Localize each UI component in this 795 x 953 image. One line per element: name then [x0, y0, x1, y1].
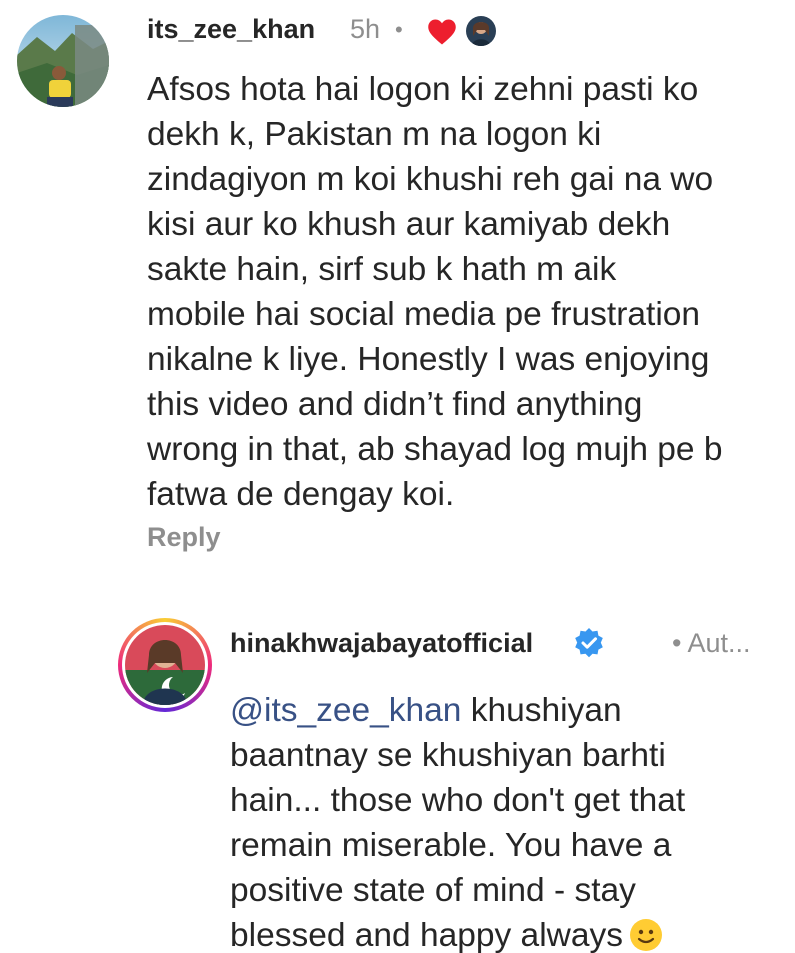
comment-line: fatwa de dengay koi.	[147, 476, 455, 513]
user-avatar-icon[interactable]	[17, 15, 109, 107]
comment-line: wrong in that, ab shayad log mujh pe b	[147, 431, 723, 468]
reply-line: baantnay se khushiyan barhti	[230, 737, 666, 774]
comment-line: kisi aur ko khush aur kamiyab dekh	[147, 206, 671, 243]
comment-line: this video and didn’t find anything	[147, 386, 643, 423]
comment-line: mobile hai social media pe frustration	[147, 296, 701, 333]
comment-line: nikalne k liye. Honestly I was enjoying	[147, 341, 710, 378]
heart-icon	[427, 18, 457, 51]
author-label: • Aut...	[672, 628, 751, 658]
liked-by-author-avatar-icon	[464, 14, 498, 48]
reply-line-text: blessed and happy always	[230, 917, 623, 953]
comment-body: Afsos hota hai logon ki zehni pasti ko d…	[147, 67, 722, 517]
reply-button[interactable]: Reply	[147, 522, 221, 553]
reply-last-line: blessed and happy always	[230, 913, 685, 953]
reply-username[interactable]: hinakhwajabayatofficial	[230, 628, 533, 659]
comment-line: Afsos hota hai logon ki zehni pasti ko	[147, 71, 699, 108]
comment-line: zindagiyon m koi khushi reh gai na wo	[147, 161, 714, 198]
reply-first-line: @its_zee_khan khushiyan	[230, 688, 685, 733]
reply-body: @its_zee_khan khushiyan baantnay se khus…	[230, 688, 685, 953]
reply-line: remain miserable. You have a	[230, 827, 672, 864]
separator-dot: •	[395, 17, 403, 42]
reply-line: hain... those who don't get that	[230, 782, 686, 819]
mention-link[interactable]: @its_zee_khan	[230, 692, 461, 729]
comment-line: sakte hain, sirf sub k hath m aik	[147, 251, 617, 288]
comment-username[interactable]: its_zee_khan	[147, 14, 315, 45]
comment-thread: its_zee_khan 5h • Afsos hota hai logon k…	[0, 0, 795, 953]
reply-line: positive state of mind - stay	[230, 872, 636, 909]
reply-line-text: khushiyan	[461, 692, 622, 729]
smiley-emoji-icon	[629, 918, 663, 953]
comment-line: dekh k, Pakistan m na logon ki	[147, 116, 602, 153]
author-avatar-icon[interactable]	[118, 618, 212, 712]
verified-badge-icon	[573, 627, 605, 664]
comment-timestamp: 5h	[350, 14, 381, 44]
